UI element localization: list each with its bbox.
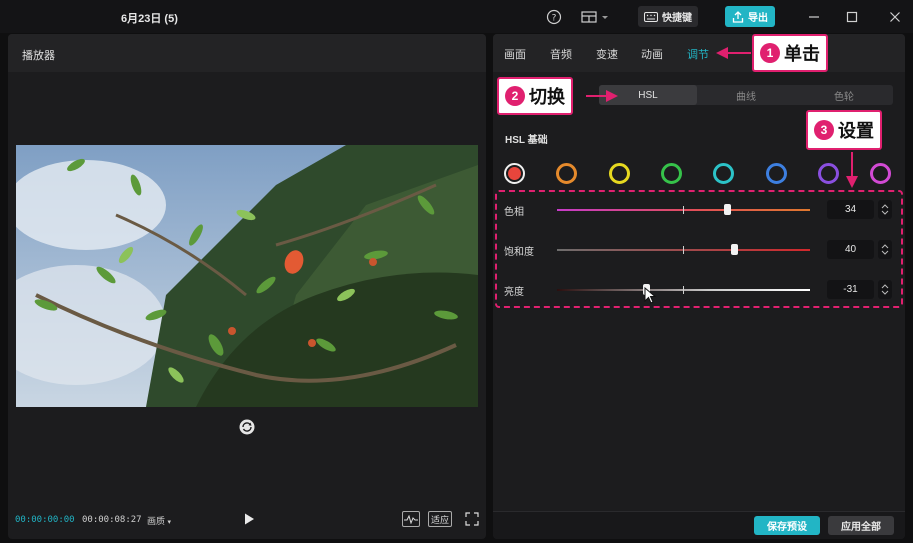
subtab-hsl[interactable]: HSL [599, 85, 697, 105]
title-bar: 6月23日 (5) ? 快捷键 导出 [0, 0, 913, 33]
close-icon[interactable] [886, 8, 904, 26]
export-icon [732, 10, 744, 23]
keyboard-icon [644, 11, 658, 22]
subtab-color-wheel[interactable]: 色轮 [795, 85, 893, 105]
adjust-subtabs: HSL 曲线 色轮 [599, 85, 893, 105]
fullscreen-icon[interactable] [465, 512, 479, 526]
swatch-blue[interactable] [765, 163, 787, 184]
rotate-icon[interactable] [238, 418, 256, 436]
save-preset-button[interactable]: 保存预设 [754, 516, 820, 535]
project-title: 6月23日 (5) [121, 13, 178, 25]
play-icon[interactable] [242, 512, 256, 526]
total-time: 00:00:08:27 [82, 515, 142, 525]
hsl-settings-highlight [495, 190, 903, 308]
callout-set-text: 设置 [838, 121, 874, 141]
tab-picture[interactable]: 画面 [504, 46, 526, 62]
property-tabs: 画面 音频 变速 动画 调节 [493, 34, 905, 72]
caret-down-icon: ▾ [167, 519, 172, 526]
quality-dropdown[interactable]: 画质 ▾ [147, 514, 171, 527]
swatch-purple[interactable] [817, 163, 839, 184]
quality-label: 画质 [147, 516, 166, 526]
callout-click: 1 单击 [752, 34, 828, 72]
waveform-icon[interactable] [402, 511, 420, 527]
mouse-cursor-icon [644, 287, 657, 304]
shortcut-button[interactable]: 快捷键 [638, 6, 698, 27]
export-label: 导出 [748, 13, 768, 24]
apply-all-button[interactable]: 应用全部 [828, 516, 894, 535]
step-badge-2: 2 [505, 86, 525, 106]
help-icon[interactable]: ? [546, 9, 562, 25]
hsl-section-title: HSL 基础 [505, 135, 548, 146]
tab-animation[interactable]: 动画 [641, 46, 663, 62]
subtab-curves[interactable]: 曲线 [697, 85, 795, 105]
tab-audio[interactable]: 音频 [550, 46, 572, 62]
tab-speed[interactable]: 变速 [596, 46, 618, 62]
player-header: 播放器 [8, 34, 486, 72]
step-badge-3: 3 [814, 120, 834, 140]
pomegranate-branch-image [16, 145, 478, 407]
callout-switch-text: 切换 [529, 87, 565, 107]
callout-click-text: 单击 [784, 44, 820, 64]
swatch-orange[interactable] [556, 163, 578, 184]
minimize-icon[interactable] [805, 8, 823, 26]
swatch-red[interactable] [504, 163, 525, 184]
step-badge-1: 1 [760, 43, 780, 63]
swatch-yellow[interactable] [608, 163, 630, 184]
layout-icon[interactable] [581, 9, 611, 25]
callout-switch: 2 切换 [497, 77, 573, 115]
tab-adjust[interactable]: 调节 [687, 46, 709, 62]
swatch-magenta[interactable] [870, 163, 892, 184]
maximize-icon[interactable] [843, 8, 861, 26]
current-time: 00:00:00:00 [15, 515, 75, 525]
video-preview[interactable] [16, 145, 478, 407]
player-panel: 播放器 00:00:00:00 00:00:08:27 画质 ▾ 适应 [8, 34, 486, 539]
swatch-green[interactable] [660, 163, 682, 184]
export-button[interactable]: 导出 [725, 6, 775, 27]
svg-text:?: ? [552, 14, 557, 24]
callout-set: 3 设置 [806, 110, 882, 150]
player-title: 播放器 [22, 50, 55, 62]
swatch-cyan[interactable] [713, 163, 735, 184]
fit-label: 适应 [430, 514, 449, 525]
shortcut-label: 快捷键 [662, 13, 692, 24]
fit-button[interactable]: 适应 [428, 511, 452, 527]
